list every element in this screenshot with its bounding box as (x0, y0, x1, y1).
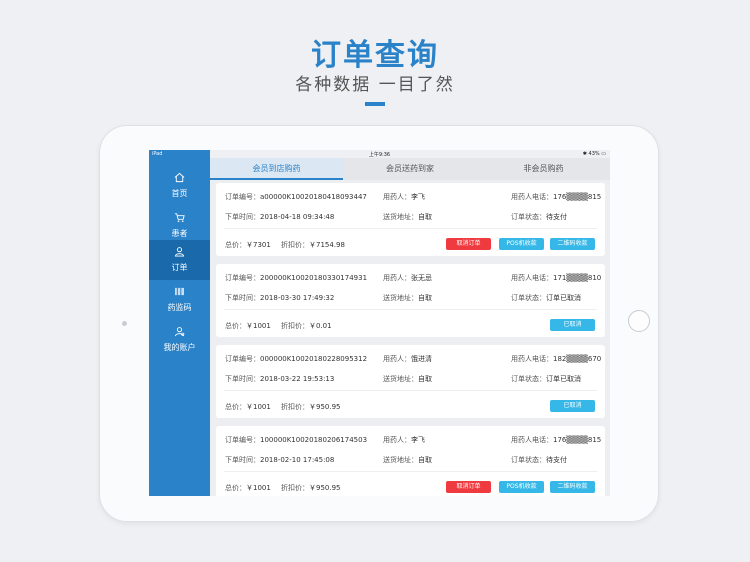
order-card[interactable]: 订单编号：000000K10020180228095312 用药人：饿进清 用药… (216, 345, 605, 418)
sidebar-item-orders[interactable]: 订单 (149, 240, 210, 280)
divider (224, 228, 597, 229)
status-time: 上午9:36 (368, 152, 391, 158)
order-discount: 折扣价：￥7154.98 (281, 241, 345, 249)
order-user: 用药人：饿进清 (383, 355, 432, 363)
sidebar-item-home[interactable]: 首页 (149, 166, 210, 206)
promo-title: 订单查询 (311, 38, 439, 73)
barcode-icon (149, 286, 210, 300)
order-phone: 用药人电话：176▒▒▒▒815 (511, 436, 602, 444)
order-number: 订单编号：000000K10020180228095312 (225, 355, 368, 363)
order-card[interactable]: 订单编号：100000K10020180206174503 用药人：李飞 用药人… (216, 426, 605, 496)
order-time: 下单时间：2018-03-22 19:53:13 (225, 375, 335, 383)
order-address: 送货地址：自取 (383, 375, 432, 383)
order-number: 订单编号：a00000K10020180418093447 (225, 193, 367, 201)
cancelled-button[interactable]: 已取消 (550, 319, 595, 331)
tab-member-delivery[interactable]: 会员送药到家 (343, 158, 477, 180)
camera-dot (122, 321, 127, 326)
home-button[interactable] (628, 310, 650, 332)
order-discount: 折扣价：￥950.95 (281, 484, 341, 492)
sidebar-item-my-account[interactable]: 我的账户 (149, 320, 210, 360)
app-screen: iPad 上午9:36 ✱ 43% ▭ 首页 患者 订单 药监码 我的账户 会员… (149, 150, 610, 496)
battery-level: ✱ 43% ▭ (582, 151, 606, 157)
order-address: 送货地址：自取 (383, 213, 432, 221)
divider (224, 309, 597, 310)
order-total: 总价：￥1001 (225, 403, 271, 411)
divider (224, 390, 597, 391)
qrcode-payment-button[interactable]: 二维码收款 (550, 481, 595, 493)
order-time: 下单时间：2018-03-30 17:49:32 (225, 294, 335, 302)
order-phone: 用药人电话：176▒▒▒▒815 (511, 193, 602, 201)
order-card[interactable]: 订单编号：200000K10020180330174931 用药人：张无忌 用药… (216, 264, 605, 337)
pos-payment-button[interactable]: POS机收款 (499, 238, 544, 250)
order-card[interactable]: 订单编号：a00000K10020180418093447 用药人：李飞 用药人… (216, 183, 605, 256)
order-total: 总价：￥7301 (225, 241, 271, 249)
order-total: 总价：￥1001 (225, 322, 271, 330)
cancel-order-button[interactable]: 取消订单 (446, 238, 491, 250)
sidebar-item-drug-code[interactable]: 药监码 (149, 280, 210, 320)
cancelled-button[interactable]: 已取消 (550, 400, 595, 412)
qrcode-payment-button[interactable]: 二维码收款 (550, 238, 595, 250)
tab-non-member[interactable]: 非会员购药 (477, 158, 610, 180)
cancel-order-button[interactable]: 取消订单 (446, 481, 491, 493)
order-address: 送货地址：自取 (383, 456, 432, 464)
pos-payment-button[interactable]: POS机收款 (499, 481, 544, 493)
order-discount: 折扣价：￥950.95 (281, 403, 341, 411)
account-icon (149, 326, 210, 340)
order-tabs: 会员到店购药 会员送药到家 非会员购药 (210, 158, 610, 180)
user-icon (149, 246, 210, 260)
order-status: 订单状态：待支付 (511, 213, 567, 221)
divider (224, 471, 597, 472)
order-user: 用药人：李飞 (383, 436, 425, 444)
order-total: 总价：￥1001 (225, 484, 271, 492)
order-number: 订单编号：100000K10020180206174503 (225, 436, 368, 444)
order-time: 下单时间：2018-04-18 09:34:48 (225, 213, 335, 221)
order-user: 用药人：李飞 (383, 193, 425, 201)
order-time: 下单时间：2018-02-10 17:45:08 (225, 456, 335, 464)
order-status: 订单状态：订单已取消 (511, 294, 581, 302)
tab-member-in-store[interactable]: 会员到店购药 (210, 158, 343, 180)
order-address: 送货地址：自取 (383, 294, 432, 302)
home-icon (149, 172, 210, 186)
order-discount: 折扣价：￥0.01 (281, 322, 332, 330)
order-user: 用药人：张无忌 (383, 274, 432, 282)
order-phone: 用药人电话：171▒▒▒▒810 (511, 274, 602, 282)
sidebar: 首页 患者 订单 药监码 我的账户 (149, 158, 210, 496)
order-status: 订单状态：待支付 (511, 456, 567, 464)
cart-icon (149, 212, 210, 226)
order-number: 订单编号：200000K10020180330174931 (225, 274, 368, 282)
promo-subtitle: 各种数据 一目了然 (295, 75, 455, 95)
order-phone: 用药人电话：182▒▒▒▒670 (511, 355, 602, 363)
order-status: 订单状态：订单已取消 (511, 375, 581, 383)
status-bar: iPad 上午9:36 ✱ 43% ▭ (149, 150, 610, 158)
promo-underline (365, 102, 385, 106)
